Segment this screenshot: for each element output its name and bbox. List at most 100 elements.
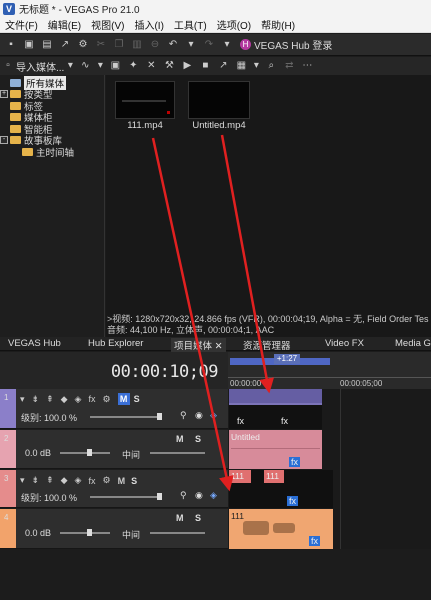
solo-button[interactable]: S — [195, 513, 201, 523]
volume-slider-knob[interactable] — [87, 449, 92, 456]
motion-blur-icon[interactable]: ⇟ — [32, 475, 40, 486]
media-thumbnail[interactable] — [188, 81, 250, 119]
mute-button[interactable]: M — [176, 434, 184, 444]
expand-track-icon[interactable]: ▾ — [20, 394, 25, 405]
redo-dropdown-icon[interactable]: ▾ — [220, 38, 234, 52]
menu-options[interactable]: 选项(O) — [212, 17, 256, 32]
redo-icon[interactable]: ↷ — [202, 38, 216, 52]
event-fx-icon[interactable]: fx — [281, 416, 288, 426]
volume-slider[interactable] — [60, 452, 110, 454]
parent-icon[interactable]: ◉ — [195, 410, 203, 421]
media-file-name[interactable]: Untitled.mp4 — [184, 120, 254, 131]
menu-help[interactable]: 帮助(H) — [256, 17, 300, 32]
media-file-name[interactable]: 111.mp4 — [110, 120, 180, 131]
capture-dropdown-icon[interactable]: ▾ — [96, 59, 104, 73]
compositing-mode-icon[interactable]: ⚲ — [180, 490, 187, 501]
automation-icon[interactable]: ⚙ — [102, 475, 110, 486]
video-event[interactable]: 111 111 fx — [229, 470, 333, 508]
media-thumbnail[interactable] — [115, 81, 175, 119]
video-track-header[interactable]: 3 ▾ ⇟ ⇞ ◆ ◈ fx ⚙ M S 级别: 100.0 % ⚲ ◉ ◈ — [0, 470, 228, 508]
media-fx-icon[interactable]: ✦ — [126, 59, 140, 73]
automation-icon[interactable]: ⚙ — [102, 394, 110, 405]
sync-icon[interactable]: ⇄ — [282, 59, 296, 73]
make-compositing-child-icon[interactable]: ◈ — [75, 475, 82, 486]
event-fx-icon[interactable]: fx — [289, 457, 301, 467]
event-fx-icon[interactable]: fx — [309, 536, 321, 546]
pan-slider[interactable] — [150, 532, 205, 534]
import-media-icon[interactable]: ▫ — [3, 59, 13, 73]
tab-project-media[interactable]: 项目媒体 ✕ — [171, 338, 226, 352]
auto-preview-icon[interactable]: ↗ — [216, 59, 230, 73]
track-motion-icon[interactable]: ◈ — [210, 410, 217, 421]
collapse-icon[interactable]: - — [0, 136, 8, 145]
media-props-icon[interactable]: ▣ — [108, 59, 122, 73]
solo-button[interactable]: S — [131, 476, 137, 486]
tab-media-generators[interactable]: Media Ge — [395, 338, 431, 349]
tab-vegas-hub[interactable]: VEGAS Hub — [8, 338, 61, 349]
paste-icon[interactable]: ▥ — [130, 38, 144, 52]
stop-icon[interactable]: ■ — [198, 59, 212, 73]
expand-track-icon[interactable]: ▾ — [20, 475, 25, 486]
tab-hub-explorer[interactable]: Hub Explorer — [88, 338, 143, 349]
level-slider[interactable] — [90, 416, 162, 418]
compositing-mode-icon[interactable]: ⚲ — [180, 410, 187, 421]
event-fx-icon[interactable]: fx — [287, 496, 299, 506]
undo-icon[interactable]: ↶ — [166, 38, 180, 52]
volume-slider[interactable] — [60, 532, 110, 534]
expand-icon[interactable]: + — [0, 90, 8, 99]
solo-button[interactable]: S — [195, 434, 201, 444]
save-icon[interactable]: ▤ — [40, 38, 54, 52]
settings-icon[interactable]: ⚙ — [76, 38, 90, 52]
audio-track-header[interactable]: 4 M S 0.0 dB 中间 — [0, 509, 228, 549]
audio-event[interactable]: Untitled fx — [229, 430, 322, 469]
mute-button[interactable]: M — [176, 513, 184, 523]
solo-button[interactable]: S — [134, 394, 140, 404]
parent-icon[interactable]: ◉ — [195, 490, 203, 501]
cut-icon[interactable]: ✂ — [94, 38, 108, 52]
tab-explorer[interactable]: 资源管理器 — [243, 338, 291, 352]
media-tools-icon[interactable]: ⚒ — [162, 59, 176, 73]
search-icon[interactable]: ⌕ — [264, 59, 278, 73]
bypass-fx-icon[interactable]: ⇞ — [46, 394, 54, 405]
audio-track-header[interactable]: 2 M S 0.0 dB 中间 — [0, 430, 228, 469]
timecode-display[interactable]: 00:00:10;09 — [111, 362, 219, 382]
open-file-icon[interactable]: ▣ — [22, 38, 36, 52]
make-compositing-child-icon[interactable]: ◈ — [75, 394, 82, 405]
level-slider-knob[interactable] — [157, 413, 162, 420]
volume-slider-knob[interactable] — [87, 529, 92, 536]
compositing-icon[interactable]: ◆ — [61, 475, 68, 486]
track-fx-icon[interactable]: fx — [88, 394, 95, 404]
menu-edit[interactable]: 编辑(E) — [43, 17, 86, 32]
track-fx-icon[interactable]: fx — [88, 476, 95, 486]
tab-video-fx[interactable]: Video FX — [325, 338, 364, 349]
bypass-fx-icon[interactable]: ⇞ — [46, 475, 54, 486]
audio-event[interactable]: 111 fx — [229, 509, 333, 549]
pan-slider[interactable] — [150, 452, 205, 454]
import-media-button[interactable]: 导入媒体... — [16, 59, 64, 74]
mute-button[interactable]: M — [118, 476, 126, 486]
new-file-icon[interactable]: ▪ — [4, 38, 18, 52]
import-dropdown-icon[interactable]: ▾ — [66, 59, 74, 73]
delete-icon[interactable]: ⊖ — [148, 38, 162, 52]
level-slider[interactable] — [90, 496, 162, 498]
menu-insert[interactable]: 插入(I) — [129, 17, 168, 32]
menu-file[interactable]: 文件(F) — [0, 17, 43, 32]
tree-item-by-type[interactable]: + 按类型 — [0, 89, 104, 101]
menu-view[interactable]: 视图(V) — [86, 17, 129, 32]
view-dropdown-icon[interactable]: ▾ — [252, 59, 260, 73]
copy-icon[interactable]: ❐ — [112, 38, 126, 52]
video-event[interactable]: fx fx — [229, 389, 322, 429]
track-motion-icon[interactable]: ◈ — [210, 490, 217, 501]
tree-item-main-timeline[interactable]: 主时间轴 — [0, 146, 104, 159]
export-icon[interactable]: ↗ — [58, 38, 72, 52]
mute-button[interactable]: M — [117, 393, 130, 405]
play-icon[interactable]: ▶ — [180, 59, 194, 73]
compositing-icon[interactable]: ◆ — [61, 394, 68, 405]
more-icon[interactable]: ⋯ — [300, 59, 314, 73]
loop-region-marker[interactable]: +1:27 — [274, 354, 300, 364]
level-slider-knob[interactable] — [157, 493, 162, 500]
remove-media-icon[interactable]: ✕ — [144, 59, 158, 73]
motion-blur-icon[interactable]: ⇟ — [32, 394, 40, 405]
video-track-header[interactable]: 1 ▾ ⇟ ⇞ ◆ ◈ fx ⚙ M S 级别: 100.0 % ⚲ ◉ ◈ — [0, 389, 228, 429]
capture-icon[interactable]: ∿ — [78, 59, 92, 73]
